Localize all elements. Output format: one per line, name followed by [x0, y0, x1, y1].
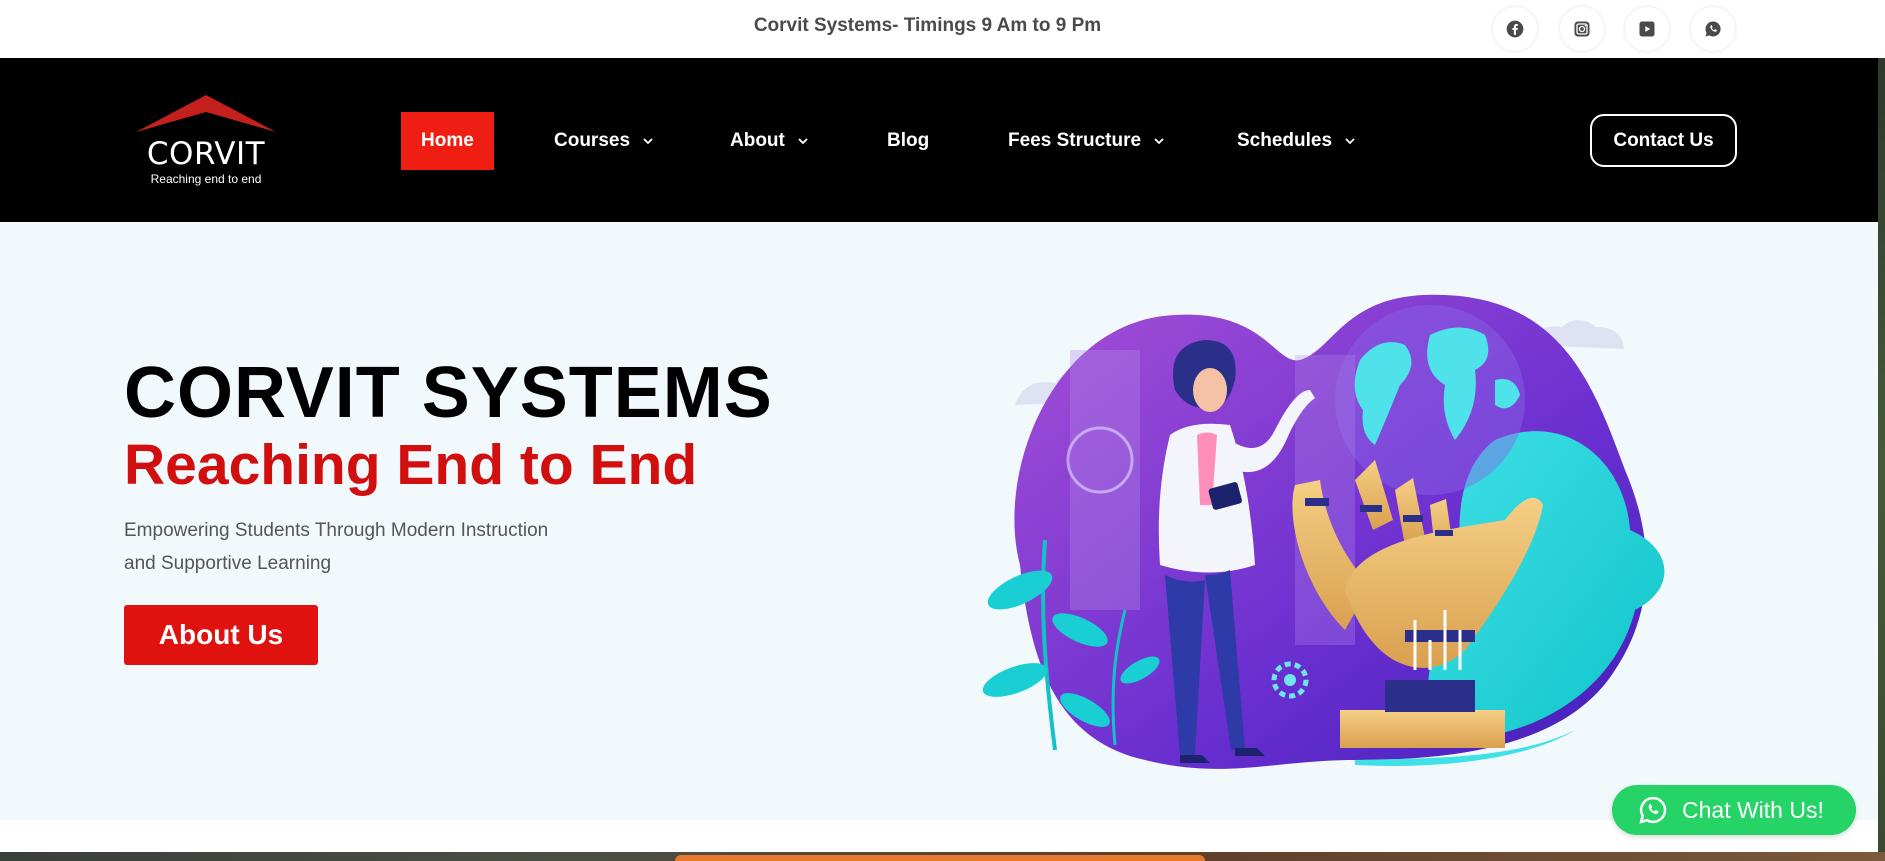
- logo[interactable]: CORVIT Reaching end to end: [134, 58, 278, 222]
- logo-tagline: Reaching end to end: [150, 172, 262, 186]
- youtube-link[interactable]: [1625, 7, 1669, 51]
- nav-item-label: Home: [421, 130, 474, 151]
- instagram-link[interactable]: [1560, 7, 1604, 51]
- nav-item-fees-structure[interactable]: Fees Structure: [1008, 112, 1165, 170]
- chat-with-us-button[interactable]: Chat With Us!: [1612, 785, 1856, 835]
- hero-description-line: and Supportive Learning: [124, 553, 332, 574]
- nav-item-label: Courses: [554, 130, 631, 151]
- chevron-down-icon: [1154, 138, 1164, 145]
- chevron-down-icon: [798, 138, 808, 145]
- main-navigation: CORVIT Reaching end to end Home Courses …: [0, 58, 1878, 222]
- contact-us-button[interactable]: Contact Us: [1590, 114, 1737, 167]
- whatsapp-link[interactable]: [1691, 7, 1735, 51]
- chat-label: Chat With Us!: [1682, 796, 1824, 823]
- roof-logo-icon: [136, 95, 276, 132]
- hero-subtitle: Reaching End to End: [124, 433, 698, 497]
- nav-item-label: Blog: [887, 130, 930, 151]
- logo-name: CORVIT: [146, 136, 266, 172]
- nav-item-courses[interactable]: Courses: [554, 112, 654, 170]
- hero-illustration: [982, 294, 1665, 769]
- next-section-banner: [675, 855, 1205, 861]
- youtube-icon: [1639, 21, 1655, 37]
- hero-description: Empowering Students Through Modern Instr…: [124, 514, 644, 580]
- page-edge: [1878, 58, 1885, 861]
- nav-item-about[interactable]: About: [730, 112, 809, 170]
- about-us-button[interactable]: About Us: [124, 605, 318, 665]
- nav-item-schedules[interactable]: Schedules: [1237, 112, 1356, 170]
- instagram-icon: [1574, 21, 1590, 37]
- chevron-down-icon: [1345, 138, 1355, 145]
- whatsapp-icon: [1705, 21, 1721, 37]
- nav-item-label: Schedules: [1237, 130, 1333, 151]
- chevron-down-icon: [643, 138, 653, 145]
- facebook-link[interactable]: [1493, 7, 1537, 51]
- facebook-icon: [1506, 20, 1524, 38]
- top-bar: Corvit Systems- Timings 9 Am to 9 Pm: [0, 0, 1885, 58]
- hero-description-line: Empowering Students Through Modern Instr…: [124, 520, 549, 541]
- page: Corvit Systems- Timings 9 Am to 9 Pm COR…: [0, 0, 1885, 861]
- nav-item-home[interactable]: Home: [401, 112, 494, 170]
- whatsapp-icon: [1639, 796, 1667, 824]
- hero-title: CORVIT SYSTEMS: [124, 353, 773, 433]
- nav-item-blog[interactable]: Blog: [887, 112, 929, 170]
- nav-item-label: Fees Structure: [1008, 130, 1142, 151]
- hero-section: CORVIT SYSTEMS Reaching End to End Empow…: [0, 222, 1878, 820]
- nav-item-label: About: [730, 130, 785, 151]
